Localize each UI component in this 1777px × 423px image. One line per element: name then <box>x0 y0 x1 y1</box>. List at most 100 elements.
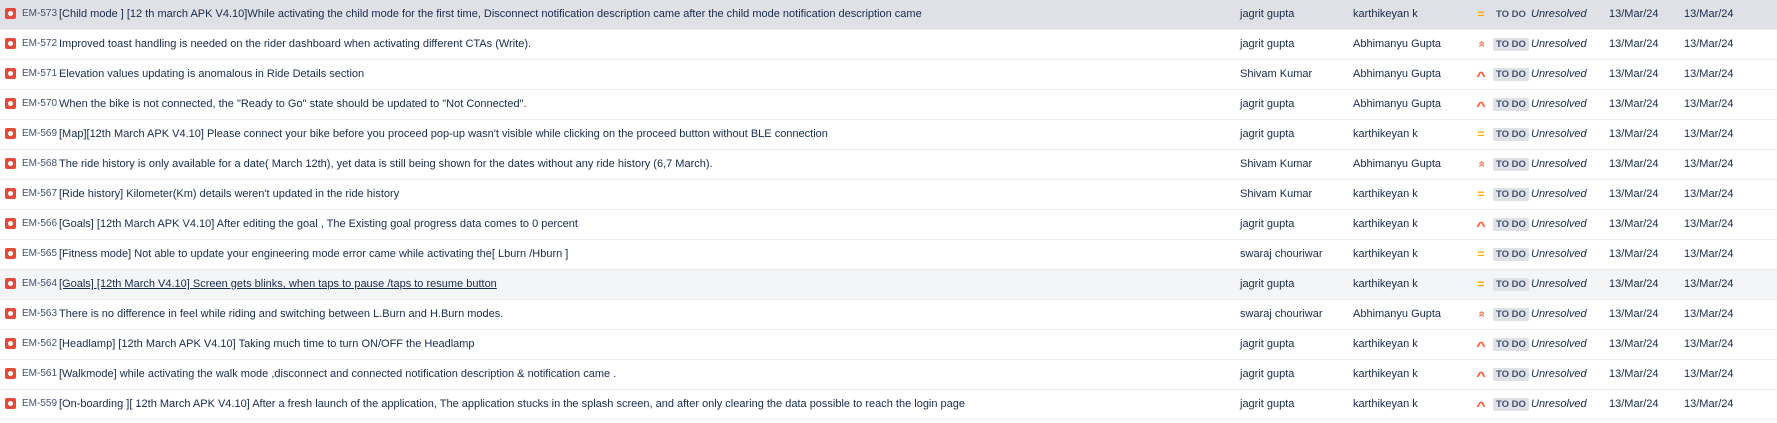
issue-created-date: 13/Mar/24 <box>1609 158 1659 170</box>
priority-icon: ^ <box>1476 99 1486 113</box>
issue-key[interactable]: EM-566 <box>22 210 57 238</box>
issue-summary[interactable]: [Child mode ] [12 th march APK V4.10]Whi… <box>59 0 1199 28</box>
issue-created-date: 13/Mar/24 <box>1609 98 1659 110</box>
status-badge[interactable]: TO DO <box>1493 308 1529 321</box>
issue-summary[interactable]: [Walkmode] while activating the walk mod… <box>59 360 1199 388</box>
bug-icon <box>5 98 16 109</box>
priority-icon: » <box>1474 40 1488 48</box>
table-row[interactable]: EM-573 [Child mode ] [12 th march APK V4… <box>0 0 1777 30</box>
table-row[interactable]: EM-570 When the bike is not connected, t… <box>0 90 1777 120</box>
table-row[interactable]: EM-565 [Fitness mode] Not able to update… <box>0 240 1777 270</box>
issue-created-date: 13/Mar/24 <box>1609 248 1659 260</box>
issue-summary[interactable]: Elevation values updating is anomalous i… <box>59 60 1199 88</box>
issue-reporter: jagrit gupta <box>1240 8 1295 20</box>
bug-icon <box>5 368 16 379</box>
status-badge[interactable]: TO DO <box>1493 248 1529 261</box>
issue-resolution: Unresolved <box>1531 8 1587 20</box>
priority-icon: » <box>1474 310 1488 318</box>
table-row[interactable]: EM-572 Improved toast handling is needed… <box>0 30 1777 60</box>
issue-resolution: Unresolved <box>1531 38 1587 50</box>
issue-key[interactable]: EM-570 <box>22 90 57 118</box>
issue-key[interactable]: EM-569 <box>22 120 57 148</box>
bug-icon <box>5 128 16 139</box>
status-badge[interactable]: TO DO <box>1493 368 1529 381</box>
issue-summary[interactable]: [Goals] [12th March V4.10] Screen gets b… <box>59 270 1199 298</box>
issue-summary[interactable]: [Headlamp] [12th March APK V4.10] Taking… <box>59 330 1199 358</box>
issue-summary[interactable]: There is no difference in feel while rid… <box>59 300 1199 328</box>
status-badge[interactable]: TO DO <box>1493 188 1529 201</box>
issue-updated-date: 13/Mar/24 <box>1684 128 1734 140</box>
issue-created-date: 13/Mar/24 <box>1609 128 1659 140</box>
table-row[interactable]: EM-563 There is no difference in feel wh… <box>0 300 1777 330</box>
bug-icon <box>5 218 16 229</box>
issue-updated-date: 13/Mar/24 <box>1684 368 1734 380</box>
issue-summary[interactable]: [Map][12th March APK V4.10] Please conne… <box>59 120 1199 148</box>
issue-created-date: 13/Mar/24 <box>1609 38 1659 50</box>
issue-key[interactable]: EM-559 <box>22 390 57 418</box>
table-row[interactable]: EM-571 Elevation values updating is anom… <box>0 60 1777 90</box>
issue-key[interactable]: EM-562 <box>22 330 57 358</box>
issue-reporter: Shivam Kumar <box>1240 188 1313 200</box>
priority-icon: ^ <box>1476 369 1486 383</box>
table-row[interactable]: EM-562 [Headlamp] [12th March APK V4.10]… <box>0 330 1777 360</box>
issue-key[interactable]: EM-568 <box>22 150 57 178</box>
issue-key[interactable]: EM-572 <box>22 30 57 58</box>
status-badge[interactable]: TO DO <box>1493 158 1529 171</box>
issue-resolution: Unresolved <box>1531 68 1587 80</box>
status-badge[interactable]: TO DO <box>1493 68 1529 81</box>
issue-key[interactable]: EM-563 <box>22 300 57 328</box>
issue-assignee: karthikeyan k <box>1353 8 1418 20</box>
issue-updated-date: 13/Mar/24 <box>1684 248 1734 260</box>
issue-summary[interactable]: [Goals] [12th March APK V4.10] After edi… <box>59 210 1199 238</box>
issue-reporter: swaraj chouriwar <box>1240 248 1323 260</box>
status-badge[interactable]: TO DO <box>1493 218 1529 231</box>
issue-reporter: jagrit gupta <box>1240 398 1295 410</box>
issue-reporter: jagrit gupta <box>1240 278 1295 290</box>
issue-updated-date: 13/Mar/24 <box>1684 188 1734 200</box>
issue-created-date: 13/Mar/24 <box>1609 8 1659 20</box>
issue-created-date: 13/Mar/24 <box>1609 308 1659 320</box>
issue-summary[interactable]: [Ride history] Kilometer(Km) details wer… <box>59 180 1199 208</box>
issue-updated-date: 13/Mar/24 <box>1684 38 1734 50</box>
priority-icon: ^ <box>1476 219 1486 233</box>
priority-icon: = <box>1477 127 1485 141</box>
issue-summary[interactable]: When the bike is not connected, the "Rea… <box>59 90 1199 118</box>
issue-resolution: Unresolved <box>1531 128 1587 140</box>
status-badge[interactable]: TO DO <box>1493 128 1529 141</box>
status-badge[interactable]: TO DO <box>1493 98 1529 111</box>
issue-assignee: Abhimanyu Gupta <box>1353 98 1442 110</box>
issue-key[interactable]: EM-564 <box>22 270 57 298</box>
issue-created-date: 13/Mar/24 <box>1609 398 1659 410</box>
issue-resolution: Unresolved <box>1531 278 1587 290</box>
table-row[interactable]: EM-559 [On-boarding ][ 12th March APK V4… <box>0 390 1777 420</box>
status-badge[interactable]: TO DO <box>1493 8 1529 21</box>
status-badge[interactable]: TO DO <box>1493 278 1529 291</box>
issue-summary[interactable]: [Fitness mode] Not able to update your e… <box>59 240 1199 268</box>
status-badge[interactable]: TO DO <box>1493 38 1529 51</box>
status-badge[interactable]: TO DO <box>1493 398 1529 411</box>
issue-summary[interactable]: Improved toast handling is needed on the… <box>59 30 1199 58</box>
issue-key[interactable]: EM-573 <box>22 0 57 28</box>
bug-icon <box>5 188 16 199</box>
bug-icon <box>5 398 16 409</box>
issue-resolution: Unresolved <box>1531 248 1587 260</box>
issue-key[interactable]: EM-561 <box>22 360 57 388</box>
table-row[interactable]: EM-561 [Walkmode] while activating the w… <box>0 360 1777 390</box>
issue-updated-date: 13/Mar/24 <box>1684 98 1734 110</box>
priority-icon: » <box>1474 160 1488 168</box>
table-row[interactable]: EM-567 [Ride history] Kilometer(Km) deta… <box>0 180 1777 210</box>
issue-key[interactable]: EM-565 <box>22 240 57 268</box>
issue-key[interactable]: EM-567 <box>22 180 57 208</box>
bug-icon <box>5 158 16 169</box>
issue-reporter: Shivam Kumar <box>1240 158 1313 170</box>
table-row[interactable]: EM-569 [Map][12th March APK V4.10] Pleas… <box>0 120 1777 150</box>
table-row[interactable]: EM-566 [Goals] [12th March APK V4.10] Af… <box>0 210 1777 240</box>
status-badge[interactable]: TO DO <box>1493 338 1529 351</box>
bug-icon <box>5 338 16 349</box>
issue-key[interactable]: EM-571 <box>22 60 57 88</box>
table-row[interactable]: EM-568 The ride history is only availabl… <box>0 150 1777 180</box>
issue-summary[interactable]: The ride history is only available for a… <box>59 150 1199 178</box>
issue-summary[interactable]: [On-boarding ][ 12th March APK V4.10] Af… <box>59 390 1199 418</box>
priority-icon: = <box>1477 277 1485 291</box>
table-row[interactable]: EM-564 [Goals] [12th March V4.10] Screen… <box>0 270 1777 300</box>
